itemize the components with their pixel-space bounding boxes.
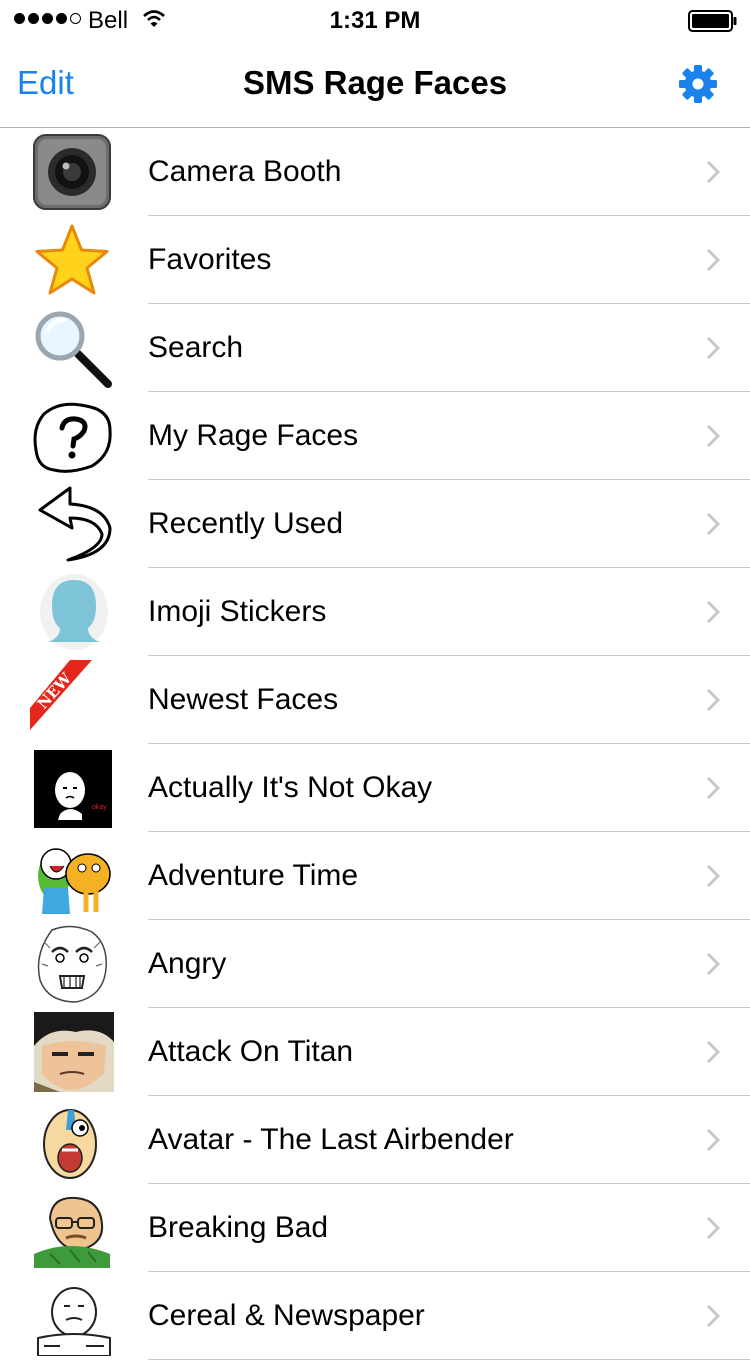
chevron-right-icon xyxy=(706,864,721,893)
list-item-label: Camera Booth xyxy=(148,155,342,188)
chevron-right-icon xyxy=(706,1304,721,1333)
list-item-label: Search xyxy=(148,331,244,364)
chevron-right-icon xyxy=(706,600,721,629)
status-time: 1:31 PM xyxy=(329,7,421,34)
gear-icon[interactable] xyxy=(678,64,718,109)
status-bar: Bell 1:31 PM xyxy=(0,0,750,40)
list-item-actually-its-not-okay[interactable]: okay Actually It's Not Okay xyxy=(0,744,750,832)
titan-face-icon xyxy=(30,1012,114,1092)
list-item-attack-on-titan[interactable]: Attack On Titan xyxy=(0,1008,750,1096)
star-icon xyxy=(30,220,114,300)
list-item-label: Avatar - The Last Airbender xyxy=(148,1123,514,1156)
list-item-label: Attack On Titan xyxy=(148,1035,354,1068)
angry-face-icon xyxy=(30,924,114,1004)
list-item-label: Cereal & Newspaper xyxy=(148,1299,425,1332)
question-bubble-icon xyxy=(30,396,114,476)
list-item-label: Adventure Time xyxy=(148,859,359,892)
breaking-bad-face-icon xyxy=(30,1188,114,1268)
list-item-breaking-bad[interactable]: Breaking Bad xyxy=(0,1184,750,1272)
chevron-right-icon xyxy=(706,424,721,453)
okay-caption: okay xyxy=(92,804,107,811)
list-item-camera-booth[interactable]: Camera Booth xyxy=(0,128,750,216)
list-item-recently-used[interactable]: Recently Used xyxy=(0,480,750,568)
list-item-label: Recently Used xyxy=(148,507,344,540)
chevron-right-icon xyxy=(706,688,721,717)
list-item-avatar-the-last-airbender[interactable]: Avatar - The Last Airbender xyxy=(0,1096,750,1184)
list-item-my-rage-faces[interactable]: My Rage Faces xyxy=(0,392,750,480)
navigation-bar: Edit SMS Rage Faces xyxy=(0,40,750,128)
list-item-label: Imoji Stickers xyxy=(148,595,327,628)
cereal-guy-icon xyxy=(30,1276,114,1357)
list-item-label: Actually It's Not Okay xyxy=(148,771,433,804)
list-item-search[interactable]: Search xyxy=(0,304,750,392)
battery-icon xyxy=(688,10,738,37)
page-title: SMS Rage Faces xyxy=(242,64,508,101)
list-item-label: Newest Faces xyxy=(148,683,339,716)
okay-face-icon: okay xyxy=(30,748,114,828)
magnifier-icon xyxy=(30,308,114,388)
head-silhouette-icon xyxy=(30,572,114,652)
chevron-right-icon xyxy=(706,512,721,541)
chevron-right-icon xyxy=(706,1216,721,1245)
chevron-right-icon xyxy=(706,952,721,981)
list-item-label: Angry xyxy=(148,947,227,980)
list-item-label: Breaking Bad xyxy=(148,1211,329,1244)
list-item-label: My Rage Faces xyxy=(148,419,359,452)
adventure-time-icon xyxy=(30,836,114,916)
list-item-cereal-and-newspaper[interactable]: Cereal & Newspaper xyxy=(0,1272,750,1360)
list-item-adventure-time[interactable]: Adventure Time xyxy=(0,832,750,920)
chevron-right-icon xyxy=(706,1128,721,1157)
back-arrow-icon xyxy=(30,484,114,564)
chevron-right-icon xyxy=(706,1040,721,1069)
new-ribbon-icon: NEW xyxy=(30,660,114,740)
list-item-label: Favorites xyxy=(148,243,272,276)
list-item-favorites[interactable]: Favorites xyxy=(0,216,750,304)
avatar-face-icon xyxy=(30,1100,114,1180)
list-item-newest-faces[interactable]: NEW Newest Faces xyxy=(0,656,750,744)
chevron-right-icon xyxy=(706,160,721,189)
row-separator xyxy=(148,1359,750,1360)
list-item-imoji-stickers[interactable]: Imoji Stickers xyxy=(0,568,750,656)
chevron-right-icon xyxy=(706,248,721,277)
chevron-right-icon xyxy=(706,336,721,365)
camera-icon xyxy=(30,132,114,212)
list-item-angry[interactable]: Angry xyxy=(0,920,750,1008)
category-list: Camera Booth Favorites Search My Rage Fa… xyxy=(0,128,750,1360)
chevron-right-icon xyxy=(706,776,721,805)
